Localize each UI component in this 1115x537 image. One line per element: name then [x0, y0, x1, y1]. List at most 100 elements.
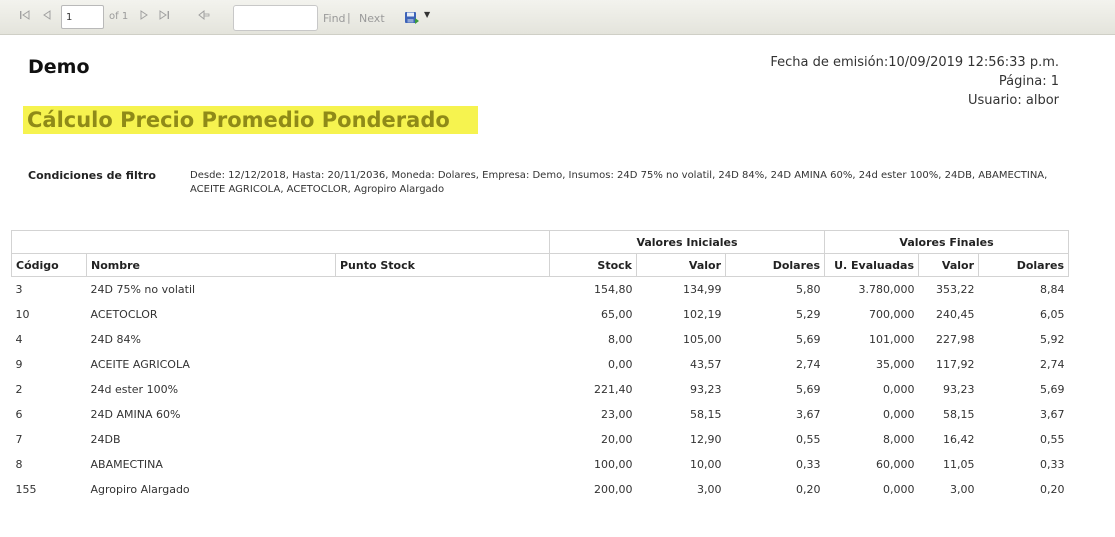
cell-codigo: 7	[15, 433, 23, 446]
table-row: 2 24d ester 100% 221,40 93,23 5,69 0,000 93,23…	[12, 377, 1069, 402]
cell-nombre: 24D 84%	[90, 333, 141, 346]
cell-valor-final: 58,15	[943, 408, 975, 421]
cell-stock: 100,00	[594, 458, 633, 471]
cell-punto-stock	[336, 352, 550, 377]
cell-punto-stock	[336, 302, 550, 327]
group-header-final: Valores Finales	[824, 230, 1070, 254]
page-count-label: of 1	[109, 11, 129, 22]
col-u-evaluadas: U. Evaluadas	[824, 253, 920, 277]
first-page-icon[interactable]	[19, 9, 31, 26]
cell-dolares-inicial: 5,80	[796, 283, 821, 296]
cell-stock: 200,00	[594, 483, 633, 496]
cell-codigo: 6	[15, 408, 23, 421]
find-input[interactable]	[233, 5, 318, 31]
col-dolares-final: Dolares	[978, 253, 1070, 277]
cell-stock: 8,00	[608, 333, 633, 346]
cell-valor-inicial: 10,00	[690, 458, 722, 471]
cell-punto-stock	[336, 327, 550, 352]
cell-codigo: 2	[15, 383, 23, 396]
cell-u-evaluadas: 8,000	[883, 433, 915, 446]
cell-valor-final: 3,00	[950, 483, 975, 496]
cell-stock: 221,40	[594, 383, 633, 396]
cell-nombre: ACETOCLOR	[90, 308, 158, 321]
group-header-initial: Valores Iniciales	[548, 230, 826, 254]
table-row: 10 ACETOCLOR 65,00 102,19 5,29 700,000 240,45 6…	[12, 302, 1069, 327]
cell-dolares-inicial: 0,55	[796, 433, 821, 446]
report-title: Cálculo Precio Promedio Ponderado	[23, 106, 478, 134]
filter-conditions-text: Desde: 12/12/2018, Hasta: 20/11/2036, Mo…	[190, 170, 1048, 195]
cell-dolares-final: 6,05	[1040, 308, 1065, 321]
prev-page-icon[interactable]	[42, 9, 52, 26]
cell-valor-final: 93,23	[943, 383, 975, 396]
back-icon[interactable]	[198, 9, 210, 26]
col-nombre: Nombre	[86, 253, 336, 277]
table-row: 155 Agropiro Alargado 200,00 3,00 0,20 0,000 3…	[12, 477, 1069, 502]
cell-nombre: 24DB	[90, 433, 121, 446]
find-link[interactable]: Find	[323, 12, 346, 25]
report-meta: Fecha de emisión:10/09/2019 12:56:33 p.m…	[770, 53, 1059, 110]
cell-valor-inicial: 3,00	[697, 483, 722, 496]
cell-nombre: 24D AMINA 60%	[90, 408, 181, 421]
page-indicator: Página: 1	[998, 74, 1059, 89]
cell-codigo: 9	[15, 358, 23, 371]
table-body: 3 24D 75% no volatil 154,80 134,99 5,80 3.780…	[12, 277, 1069, 503]
cell-u-evaluadas: 700,000	[869, 308, 915, 321]
cell-valor-inicial: 93,23	[690, 383, 722, 396]
cell-punto-stock	[336, 277, 550, 303]
next-link[interactable]: Next	[359, 12, 385, 25]
cell-dolares-inicial: 0,20	[796, 483, 821, 496]
cell-codigo: 8	[15, 458, 23, 471]
next-page-icon[interactable]	[139, 9, 149, 26]
cell-valor-inicial: 134,99	[683, 283, 722, 296]
cell-nombre: Agropiro Alargado	[90, 483, 190, 496]
cell-u-evaluadas: 0,000	[883, 483, 915, 496]
cell-valor-final: 227,98	[936, 333, 975, 346]
report-table: Valores Iniciales Valores Finales Código…	[11, 230, 1070, 503]
cell-dolares-final: 0,55	[1040, 433, 1065, 446]
cell-valor-inicial: 43,57	[690, 358, 722, 371]
table-row: 6 24D AMINA 60% 23,00 58,15 3,67 0,000 58,15 3,…	[12, 402, 1069, 427]
group-header-row: Valores Iniciales Valores Finales	[11, 230, 1070, 254]
filter-conditions-label: Condiciones de filtro	[28, 169, 156, 182]
cell-nombre: ABAMECTINA	[90, 458, 163, 471]
table-row: 7 24DB 20,00 12,90 0,55 8,000 16,42 0,55	[12, 427, 1069, 452]
col-valor-final: Valor	[918, 253, 980, 277]
col-stock: Stock	[549, 253, 637, 277]
dropdown-arrow-icon[interactable]: ▼	[424, 10, 430, 19]
cell-dolares-final: 3,67	[1040, 408, 1065, 421]
cell-valor-inicial: 105,00	[683, 333, 722, 346]
export-save-icon[interactable]	[404, 10, 420, 24]
cell-dolares-inicial: 5,69	[796, 383, 821, 396]
col-codigo: Código	[11, 253, 87, 277]
last-page-icon[interactable]	[158, 9, 170, 26]
cell-u-evaluadas: 3.780,000	[858, 283, 915, 296]
cell-valor-inicial: 102,19	[683, 308, 722, 321]
cell-stock: 65,00	[601, 308, 633, 321]
report-toolbar: of 1 Find | Next ▼	[0, 0, 1115, 35]
cell-dolares-final: 5,69	[1040, 383, 1065, 396]
cell-valor-inicial: 58,15	[690, 408, 722, 421]
cell-codigo: 10	[15, 308, 30, 321]
table-row: 8 ABAMECTINA 100,00 10,00 0,33 60,000 11,05 0,3…	[12, 452, 1069, 477]
cell-nombre: ACEITE AGRICOLA	[90, 358, 190, 371]
cell-dolares-final: 5,92	[1040, 333, 1065, 346]
find-separator: |	[347, 11, 351, 24]
cell-dolares-final: 0,20	[1040, 483, 1065, 496]
cell-punto-stock	[336, 452, 550, 477]
cell-u-evaluadas: 101,000	[869, 333, 915, 346]
cell-dolares-inicial: 0,33	[796, 458, 821, 471]
cell-stock: 0,00	[608, 358, 633, 371]
table-row: 4 24D 84% 8,00 105,00 5,69 101,000 227,98 5,92	[12, 327, 1069, 352]
company-name: Demo	[28, 56, 90, 78]
cell-punto-stock	[336, 402, 550, 427]
cell-u-evaluadas: 35,000	[876, 358, 915, 371]
cell-punto-stock	[336, 427, 550, 452]
cell-codigo: 4	[15, 333, 23, 346]
cell-nombre: 24d ester 100%	[90, 383, 179, 396]
col-dolares-inicial: Dolares	[724, 253, 826, 277]
col-valor-inicial: Valor	[636, 253, 726, 277]
cell-valor-final: 16,42	[943, 433, 975, 446]
cell-punto-stock	[336, 477, 550, 502]
cell-punto-stock	[336, 377, 550, 402]
page-number-input[interactable]	[61, 5, 104, 29]
